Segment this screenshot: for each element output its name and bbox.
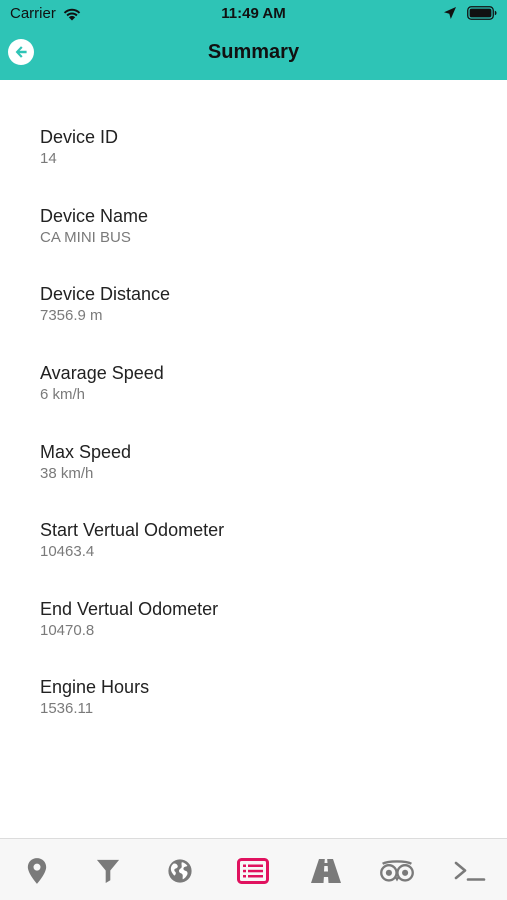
status-time: 11:49 AM: [221, 5, 286, 22]
filter-icon: [96, 859, 120, 883]
average-speed-field: Avarage Speed 6 km/h: [40, 362, 480, 405]
binoculars-icon: [380, 860, 414, 882]
battery-icon: [467, 6, 497, 20]
list-icon: [237, 858, 269, 884]
start-odometer-field: Start Vertual Odometer 10463.4: [40, 519, 480, 562]
device-name-value: CA MINI BUS: [40, 229, 131, 246]
tab-road[interactable]: [308, 855, 344, 887]
end-odometer-value: 10470.8: [40, 622, 95, 639]
device-name-label: Device Name: [40, 206, 149, 226]
end-odometer-label: End Vertual Odometer: [40, 599, 219, 619]
tab-binoculars[interactable]: [379, 855, 415, 887]
navigation-bar: Summary: [0, 28, 507, 80]
average-speed-label: Avarage Speed: [40, 363, 164, 383]
start-odometer-value: 10463.4: [40, 543, 95, 560]
summary-list: Device ID 14 Device Name CA MINI BUS Dev…: [0, 80, 507, 838]
device-id-value: 14: [40, 150, 57, 167]
max-speed-label: Max Speed: [40, 442, 132, 462]
max-speed-value: 38 km/h: [40, 465, 94, 482]
location-arrow-icon: [443, 6, 457, 20]
summary-screen: Carrier 11:49 AM Summary Device ID 14 De…: [0, 0, 507, 900]
tab-summary[interactable]: [235, 855, 271, 887]
engine-hours-field: Engine Hours 1536.11: [40, 676, 480, 719]
device-distance-value: 7356.9 m: [40, 307, 103, 324]
globe-icon: [168, 859, 192, 883]
engine-hours-label: Engine Hours: [40, 677, 150, 697]
tab-filter[interactable]: [90, 855, 126, 887]
device-id-field: Device ID 14: [40, 126, 480, 169]
end-odometer-field: End Vertual Odometer 10470.8: [40, 598, 480, 641]
status-right-group: [443, 6, 497, 20]
terminal-icon: [454, 861, 486, 881]
average-speed-value: 6 km/h: [40, 386, 86, 403]
road-icon: [311, 859, 341, 883]
device-distance-label: Device Distance: [40, 284, 171, 304]
tab-map[interactable]: [19, 855, 55, 887]
device-id-label: Device ID: [40, 127, 119, 147]
tab-terminal[interactable]: [452, 855, 488, 887]
page-title: Summary: [207, 41, 300, 63]
device-distance-field: Device Distance 7356.9 m: [40, 283, 480, 326]
device-name-field: Device Name CA MINI BUS: [40, 205, 480, 248]
status-bar: Carrier 11:49 AM: [0, 0, 507, 28]
start-odometer-label: Start Vertual Odometer: [40, 520, 225, 540]
header: Carrier 11:49 AM Summary: [0, 0, 507, 80]
max-speed-field: Max Speed 38 km/h: [40, 441, 480, 484]
tab-bar: [0, 838, 507, 900]
map-pin-icon: [27, 858, 47, 884]
engine-hours-value: 1536.11: [40, 700, 94, 717]
tab-globe[interactable]: [162, 855, 198, 887]
